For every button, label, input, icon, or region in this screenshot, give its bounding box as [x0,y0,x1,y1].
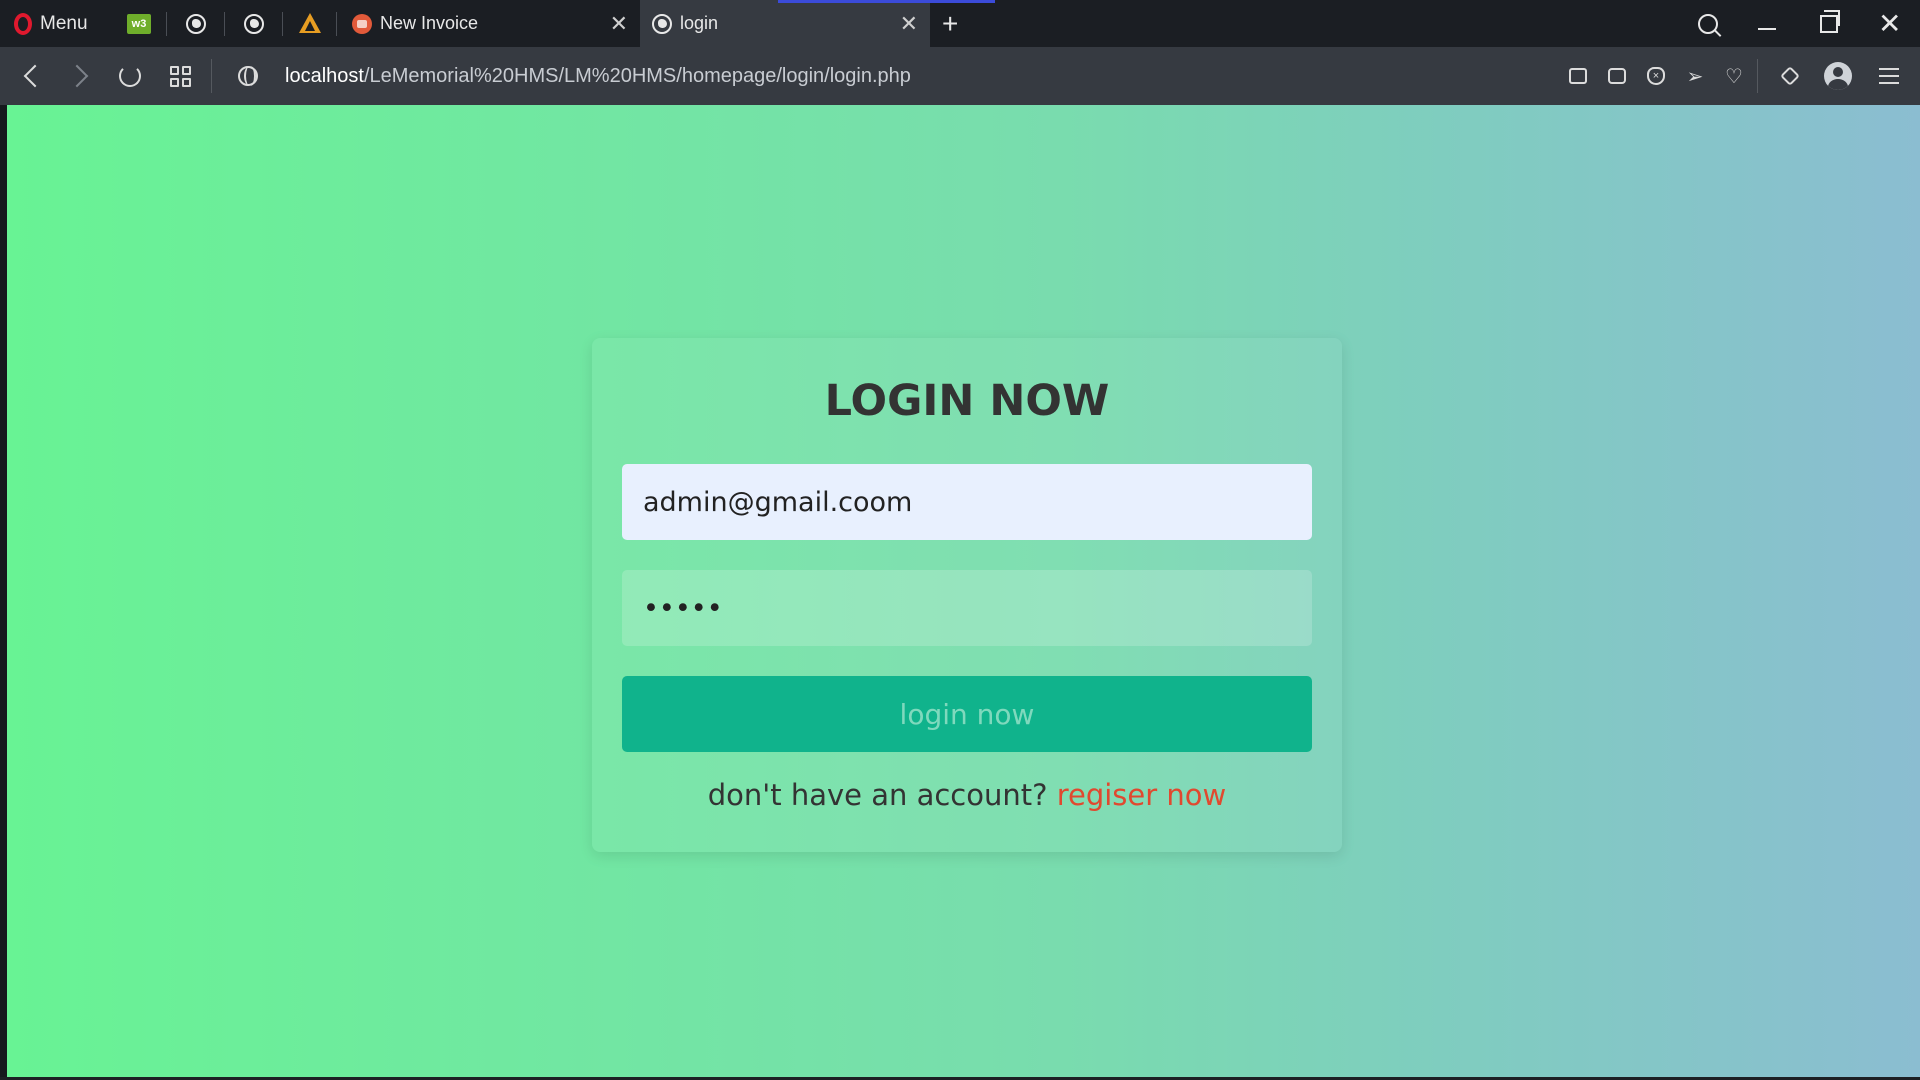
restore-icon [1820,9,1840,33]
tab-close-icon[interactable]: ✕ [900,0,918,47]
minimize-icon [1758,27,1776,30]
tab-login[interactable]: login ✕ [640,0,930,47]
restore-button[interactable] [1820,0,1840,47]
send-button[interactable]: ➢ [1679,47,1711,105]
pinned-tab-phpmyadmin[interactable] [297,0,321,47]
url-path: /LeMemorial%20HMS/LM%20HMS/homepage/logi… [363,64,911,87]
login-button[interactable]: login now [622,676,1312,752]
adblock-button[interactable]: × [1640,47,1672,105]
edit-share-icon [1569,68,1587,84]
tab-title: New Invoice [380,13,479,33]
login-form: LOGIN NOW login now don't have an accoun… [592,338,1342,852]
register-prompt: don't have an account? [707,778,1048,812]
reload-icon [119,65,141,87]
invoice-icon [352,13,372,34]
easy-setup-button[interactable] [1562,47,1594,105]
shield-x-icon: × [1647,67,1665,85]
tab-new-invoice[interactable]: New Invoice ✕ [340,0,640,47]
easy-setup-menu-button[interactable] [1873,47,1905,105]
grid-icon [169,65,191,87]
pinned-tab-globe-2[interactable] [242,0,266,47]
register-prompt-line: don't have an account? regiser now [622,778,1312,812]
pinned-tab-w3schools[interactable]: w3 [127,0,151,47]
tab-bar: Menu w3 New Invoice ✕ login ✕ + ✕ [0,0,1920,47]
send-icon: ➢ [1686,65,1704,88]
reload-button[interactable] [112,47,148,105]
avatar-icon [1824,62,1852,90]
minimize-button[interactable] [1758,0,1776,47]
opera-menu-button[interactable]: Menu [14,0,88,47]
globe-icon [244,13,264,34]
sliders-icon [1879,68,1899,84]
address-bar: localhost/LeMemorial%20HMS/LM%20HMS/home… [0,47,1920,105]
password-field[interactable] [622,570,1312,646]
camera-icon [1608,68,1626,84]
back-button[interactable] [14,47,50,105]
active-tab-indicator [778,0,995,3]
opera-logo-icon [14,12,32,35]
url-host: localhost [285,64,364,87]
chevron-left-icon [23,64,47,88]
tab-close-icon[interactable]: ✕ [610,0,628,47]
new-tab-button[interactable]: + [942,0,958,47]
pinned-tab-globe-1[interactable] [184,0,208,47]
globe-icon [652,13,672,34]
email-field[interactable] [622,464,1312,540]
forward-button[interactable] [62,47,98,105]
page-viewport: LOGIN NOW login now don't have an accoun… [7,105,1920,1080]
login-title: LOGIN NOW [824,376,1110,426]
w3schools-icon: w3 [127,13,151,34]
window-close-button[interactable]: ✕ [1878,0,1901,47]
heart-icon: ♡ [1725,65,1743,88]
snapshot-button[interactable] [1601,47,1633,105]
site-info-button[interactable] [230,47,266,105]
register-link[interactable]: regiser now [1057,778,1227,812]
tab-search-button[interactable] [1698,0,1718,47]
globe-icon [238,66,258,86]
extensions-button[interactable] [1774,47,1806,105]
chevron-right-icon [65,64,89,88]
phpmyadmin-icon [297,12,321,35]
tab-title: login [680,13,719,33]
cube-icon [1780,66,1800,86]
tabs-grid-button[interactable] [162,47,198,105]
profile-button[interactable] [1822,47,1854,105]
url-field[interactable]: localhost/LeMemorial%20HMS/LM%20HMS/home… [285,47,911,105]
globe-icon [186,13,206,34]
search-icon [1698,13,1718,34]
menu-label: Menu [40,12,88,34]
pinboard-heart-button[interactable]: ♡ [1718,47,1750,105]
